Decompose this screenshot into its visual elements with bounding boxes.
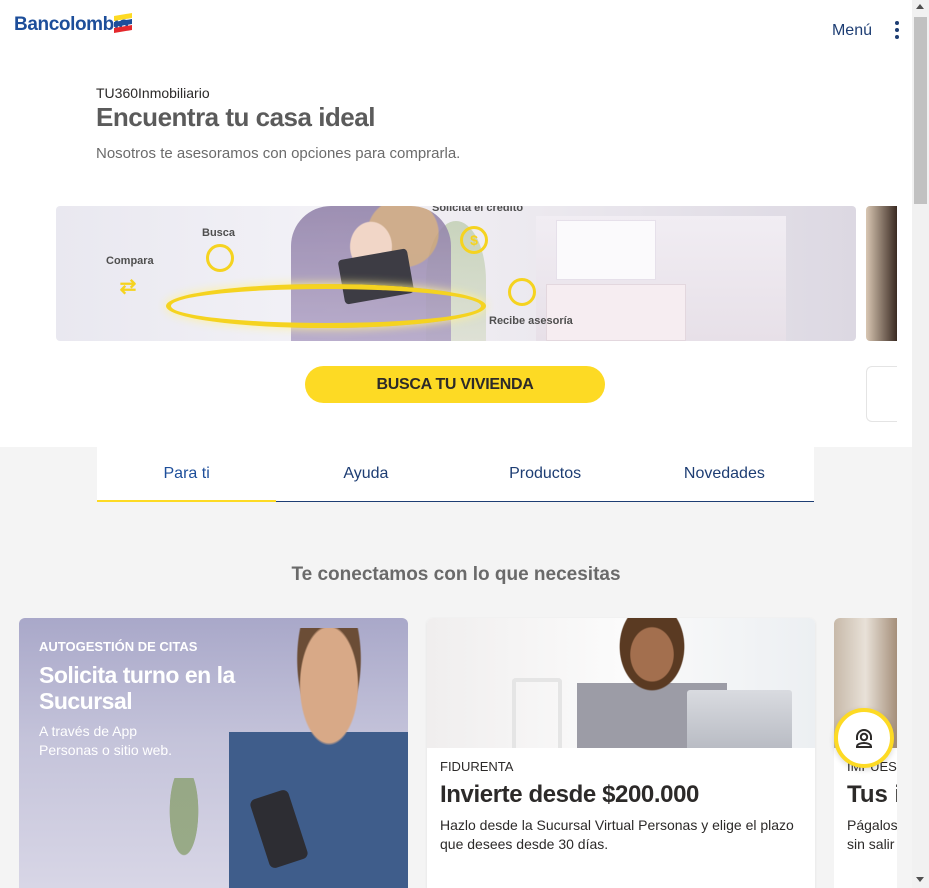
card-chair-image: [512, 678, 562, 748]
next-banner-preview[interactable]: [866, 206, 897, 341]
card-autogestion-citas[interactable]: AUTOGESTIÓN DE CITAS Solicita turno en l…: [19, 618, 408, 888]
site-header: Bancolombia Menú: [0, 0, 912, 64]
banner-label-asesoria: Recibe asesoría: [489, 315, 573, 327]
card-title: Solicita turno en la Sucursal: [39, 662, 235, 714]
hero-title: Encuentra tu casa ideal: [96, 102, 375, 132]
hero-kicker: TU360Inmobiliario: [96, 85, 210, 101]
bancolombia-flag-icon: [114, 13, 132, 33]
banner-box: [556, 220, 656, 280]
card-kicker: FIDURENTA: [440, 759, 514, 774]
card-text-line: Págalos: [847, 817, 897, 833]
scroll-up-arrow-icon[interactable]: [916, 4, 924, 9]
banner-label-busca: Busca: [202, 227, 236, 239]
banner-box: [546, 284, 686, 341]
card-text: A través de App Personas o sitio web.: [39, 723, 173, 758]
card-title: Tus i: [847, 781, 897, 808]
section-title: Te conectamos con lo que necesitas: [291, 564, 621, 585]
help-support-button[interactable]: [834, 708, 894, 768]
tab-ayuda[interactable]: Ayuda: [276, 447, 455, 501]
banner-label-compara: Compara: [106, 255, 154, 267]
card-text-line: sin salir: [847, 836, 895, 852]
busca-tu-vivienda-button[interactable]: BUSCA TU VIVIENDA: [305, 366, 605, 403]
card-kicker: AUTOGESTIÓN DE CITAS: [39, 639, 198, 654]
compare-arrows-icon: ⇄: [119, 275, 137, 298]
tab-novedades[interactable]: Novedades: [635, 447, 814, 501]
card-fidurenta[interactable]: FIDURENTA Invierte desde $200.000 Hazlo …: [427, 618, 815, 888]
bancolombia-logo[interactable]: Bancolombia: [14, 13, 132, 36]
search-icon: [206, 244, 234, 272]
kebab-menu-icon[interactable]: [894, 21, 900, 41]
scrollbar-thumb[interactable]: [914, 17, 927, 204]
hero-subtitle: Nosotros te asesoramos con opciones para…: [96, 145, 461, 162]
card-man-image: [229, 628, 408, 888]
banner-ring: [166, 284, 486, 328]
tab-para-ti[interactable]: Para ti: [97, 447, 277, 502]
scroll-down-arrow-icon[interactable]: [916, 877, 924, 882]
coin-dollar-icon: $: [460, 226, 488, 254]
next-banner-button-preview[interactable]: [866, 366, 897, 422]
section-tabs: Para ti Ayuda Productos Novedades: [97, 447, 814, 502]
card-text: Págalos sin salir: [847, 816, 897, 854]
tab-productos[interactable]: Productos: [456, 447, 635, 501]
card-text: Hazlo desde la Sucursal Virtual Personas…: [440, 817, 794, 852]
hero-banner[interactable]: Compara ⇄ Busca Solicita el crédito $ Re…: [56, 206, 856, 341]
card-plant-image: [159, 778, 209, 888]
menu-button[interactable]: Menú: [832, 22, 872, 40]
banner-label-credito: Solicita el crédito: [432, 206, 524, 214]
card-laptop-image: [687, 690, 792, 748]
headset-icon: [508, 278, 536, 306]
card-title: Invierte desde $200.000: [440, 781, 699, 808]
headset-support-icon: [856, 729, 872, 748]
